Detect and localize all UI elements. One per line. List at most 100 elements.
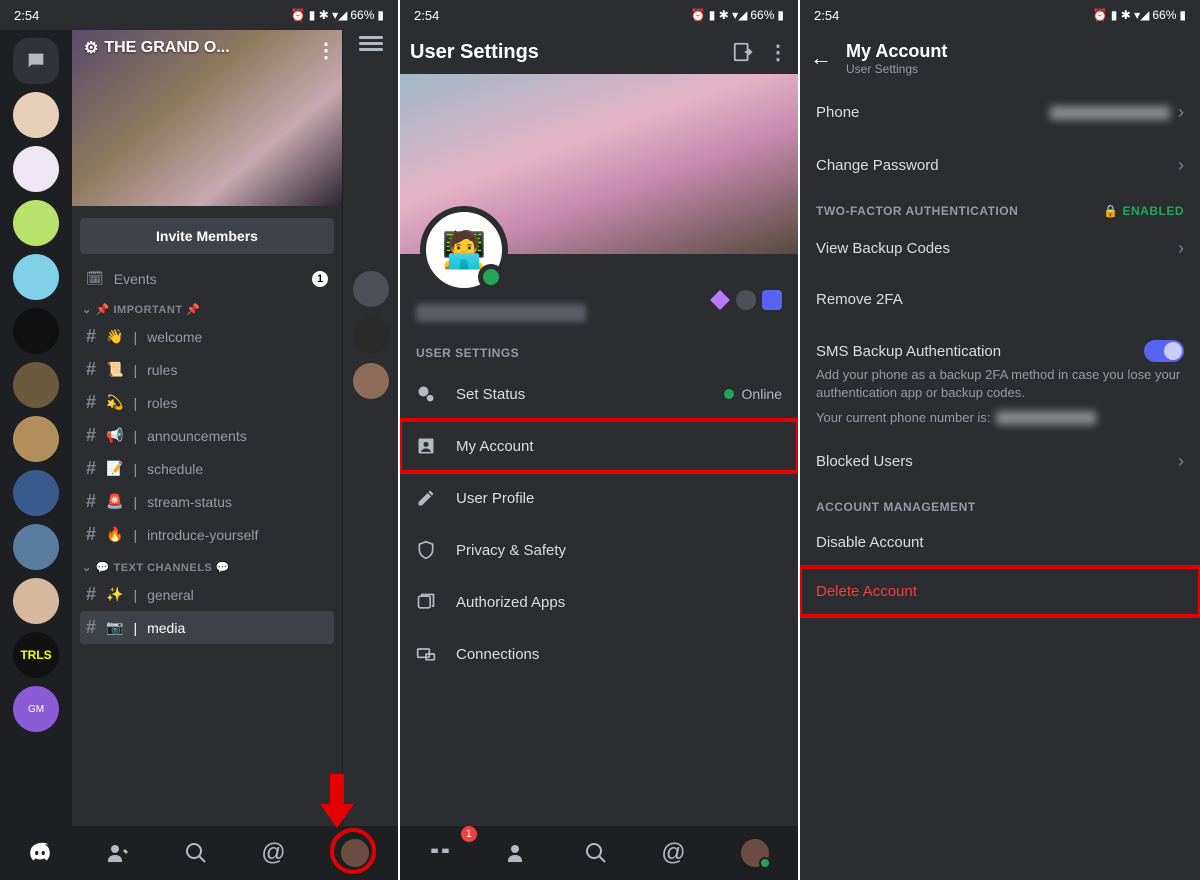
nav-profile[interactable]: [739, 837, 771, 869]
account-header: ← My Account User Settings: [800, 30, 1200, 86]
back-arrow-icon[interactable]: ←: [810, 45, 832, 71]
row-authorized-apps[interactable]: Authorized Apps: [400, 576, 798, 628]
row-change-password[interactable]: Change Password ›: [800, 139, 1200, 192]
nav-profile[interactable]: [339, 837, 371, 869]
server-avatar[interactable]: [13, 470, 59, 516]
nav-friends[interactable]: [106, 841, 130, 865]
server-avatar[interactable]: TRLS: [13, 632, 59, 678]
nav-friends[interactable]: [506, 841, 530, 865]
member-avatar[interactable]: [353, 271, 389, 307]
profile-avatar[interactable]: 🧑‍💻: [420, 206, 508, 294]
server-banner[interactable]: ⚙THE GRAND O... ⋮: [72, 30, 342, 206]
status-icons: ⏰ ▮ ✱ ▾◢ 66% ▮: [691, 8, 785, 22]
row-user-profile[interactable]: User Profile: [400, 472, 798, 524]
row-backup-codes[interactable]: View Backup Codes ›: [800, 222, 1200, 275]
nav-search[interactable]: [184, 841, 208, 865]
row-sms-backup[interactable]: SMS Backup Authentication: [800, 324, 1200, 366]
screen-my-account: 2:54 ⏰ ▮ ✱ ▾◢ 66% ▮ ← My Account User Se…: [800, 0, 1200, 880]
row-phone[interactable]: Phone ›: [800, 86, 1200, 139]
profile-avatar[interactable]: [739, 837, 771, 869]
exit-icon[interactable]: [732, 41, 754, 63]
server-avatar[interactable]: [13, 92, 59, 138]
server-avatar[interactable]: [13, 362, 59, 408]
pencil-icon: [416, 488, 438, 508]
hamburger-icon[interactable]: [359, 36, 383, 39]
channel-welcome[interactable]: #👋|welcome: [80, 320, 334, 353]
server-avatar[interactable]: [13, 200, 59, 246]
channel-stream-status[interactable]: #🚨|stream-status: [80, 485, 334, 518]
server-menu-icon[interactable]: ⋮: [316, 38, 336, 63]
chevron-right-icon: ›: [1178, 102, 1184, 123]
channel-roles[interactable]: #💫|roles: [80, 386, 334, 419]
shield-icon: [416, 540, 438, 560]
screen-user-settings: 2:54 ⏰ ▮ ✱ ▾◢ 66% ▮ User Settings ⋮ 🧑‍💻 …: [400, 0, 800, 880]
settings-header: User Settings ⋮: [400, 30, 798, 74]
status-indicator: [478, 264, 504, 290]
nav-mentions[interactable]: @: [261, 839, 285, 867]
dm-button[interactable]: [13, 38, 59, 84]
status-indicator: [759, 857, 771, 869]
server-avatar[interactable]: [13, 146, 59, 192]
server-avatar[interactable]: [13, 416, 59, 462]
phone-value-blurred: [1050, 106, 1170, 120]
channel-announcements[interactable]: #📢|announcements: [80, 419, 334, 452]
nav-mentions[interactable]: @: [661, 839, 685, 867]
events-label: Events: [114, 271, 157, 287]
clock: 2:54: [414, 8, 439, 23]
channel-general[interactable]: #✨|general: [80, 578, 334, 611]
channel-media[interactable]: #📷|media: [80, 611, 334, 644]
server-avatar[interactable]: GM: [13, 686, 59, 732]
row-set-status[interactable]: Set Status Online: [400, 368, 798, 420]
row-my-account[interactable]: My Account: [400, 420, 798, 472]
sms-toggle[interactable]: [1144, 340, 1184, 362]
chevron-right-icon: ›: [1178, 238, 1184, 259]
profile-badges: [710, 290, 782, 310]
row-delete-account[interactable]: Delete Account: [800, 567, 1200, 616]
section-label: USER SETTINGS: [416, 346, 782, 360]
verified-badge-icon: ⚙: [84, 38, 98, 58]
status-icons: ⏰ ▮ ✱ ▾◢ 66% ▮: [291, 8, 385, 22]
phone-value-blurred: [996, 411, 1096, 425]
calendar-icon: 🗓: [86, 270, 104, 287]
row-blocked-users[interactable]: Blocked Users ›: [800, 435, 1200, 488]
status-icon: [416, 384, 438, 404]
nav-discord[interactable]: 1: [427, 840, 453, 866]
channel-rules[interactable]: #📜|rules: [80, 353, 334, 386]
events-row[interactable]: 🗓 Events 1: [80, 264, 334, 293]
chevron-right-icon: ›: [1178, 155, 1184, 176]
invite-members-button[interactable]: Invite Members: [80, 218, 334, 254]
channel-introduce-yourself[interactable]: #🔥|introduce-yourself: [80, 518, 334, 551]
row-disable-account[interactable]: Disable Account: [800, 518, 1200, 567]
server-avatar[interactable]: [13, 308, 59, 354]
server-avatar[interactable]: [13, 524, 59, 570]
nav-discord[interactable]: [27, 840, 53, 866]
enabled-badge: 🔒ENABLED: [1103, 204, 1184, 218]
nav-search[interactable]: [584, 841, 608, 865]
clock: 2:54: [14, 8, 39, 23]
chevron-down-icon: ⌄: [82, 561, 92, 574]
account-icon: [416, 436, 438, 456]
row-connections[interactable]: Connections: [400, 628, 798, 680]
row-privacy[interactable]: Privacy & Safety: [400, 524, 798, 576]
status-bar: 2:54 ⏰ ▮ ✱ ▾◢ 66% ▮: [400, 0, 798, 30]
channel-schedule[interactable]: #📝|schedule: [80, 452, 334, 485]
server-avatar[interactable]: [13, 578, 59, 624]
annotation-circle: [330, 828, 376, 874]
member-avatar[interactable]: [353, 363, 389, 399]
category-header[interactable]: ⌄💬 TEXT CHANNELS 💬: [82, 561, 332, 574]
server-list[interactable]: TRLS GM: [0, 30, 72, 880]
overflow-icon[interactable]: ⋮: [768, 40, 788, 65]
clock: 2:54: [814, 8, 839, 23]
server-avatar[interactable]: [13, 254, 59, 300]
sms-description: Add your phone as a backup 2FA method in…: [800, 366, 1200, 409]
row-remove-2fa[interactable]: Remove 2FA: [800, 275, 1200, 324]
member-avatar[interactable]: [353, 317, 389, 353]
profile-banner: 🧑‍💻: [400, 74, 798, 254]
category-header[interactable]: ⌄📌 IMPORTANT 📌: [82, 303, 332, 316]
connections-icon: [416, 644, 438, 664]
nitro-badge-icon: [710, 290, 730, 310]
page-subtitle: User Settings: [846, 62, 947, 76]
member-strip[interactable]: [342, 30, 398, 880]
apps-icon: [416, 592, 438, 612]
hypesquad-badge-icon: [762, 290, 782, 310]
